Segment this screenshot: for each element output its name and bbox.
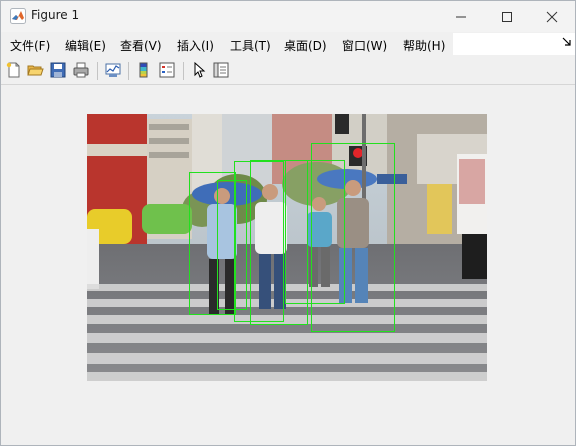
menu-empty-area (453, 33, 575, 55)
menu-view[interactable]: 查看(V) (120, 37, 162, 54)
toolbar-separator (128, 62, 129, 80)
detection-box (311, 143, 395, 332)
maximize-icon (502, 11, 512, 22)
matlab-logo-icon (10, 8, 26, 24)
title-bar[interactable]: Figure 1 (1, 1, 575, 32)
close-button[interactable] (529, 1, 575, 32)
property-inspector-icon[interactable] (212, 61, 230, 79)
menu-help[interactable]: 帮助(H) (403, 37, 445, 54)
toolbar-separator (183, 62, 184, 80)
edit-pointer-icon[interactable] (190, 61, 208, 79)
toolbar-separator (97, 62, 98, 80)
legend-icon[interactable] (158, 61, 176, 79)
menu-bar: 文件(F) 编辑(E) 查看(V) 插入(I) 工具(T) 桌面(D) 窗口(W… (1, 32, 575, 56)
menu-file[interactable]: 文件(F) (10, 37, 50, 54)
print-icon[interactable] (72, 61, 90, 79)
menu-desktop[interactable]: 桌面(D) (284, 37, 327, 54)
save-icon[interactable] (49, 61, 67, 79)
colorbar-icon[interactable] (135, 61, 153, 79)
close-icon (546, 11, 558, 22)
new-figure-icon[interactable] (5, 61, 23, 79)
maximize-button[interactable] (484, 1, 530, 32)
link-plot-icon[interactable] (104, 61, 122, 79)
figure-toolbar (1, 57, 575, 85)
menu-tools[interactable]: 工具(T) (230, 37, 271, 54)
menu-edit[interactable]: 编辑(E) (65, 37, 106, 54)
menu-strip: 文件(F) 编辑(E) 查看(V) 插入(I) 工具(T) 桌面(D) 窗口(W… (1, 32, 453, 56)
window-title: Figure 1 (31, 8, 80, 22)
minimize-icon (456, 16, 466, 17)
chevron-expand-icon[interactable] (562, 37, 571, 46)
menu-window[interactable]: 窗口(W) (342, 37, 387, 54)
detection-box (217, 180, 247, 310)
open-file-icon[interactable] (26, 61, 44, 79)
menu-insert[interactable]: 插入(I) (177, 37, 214, 54)
minimize-button[interactable] (438, 1, 484, 32)
